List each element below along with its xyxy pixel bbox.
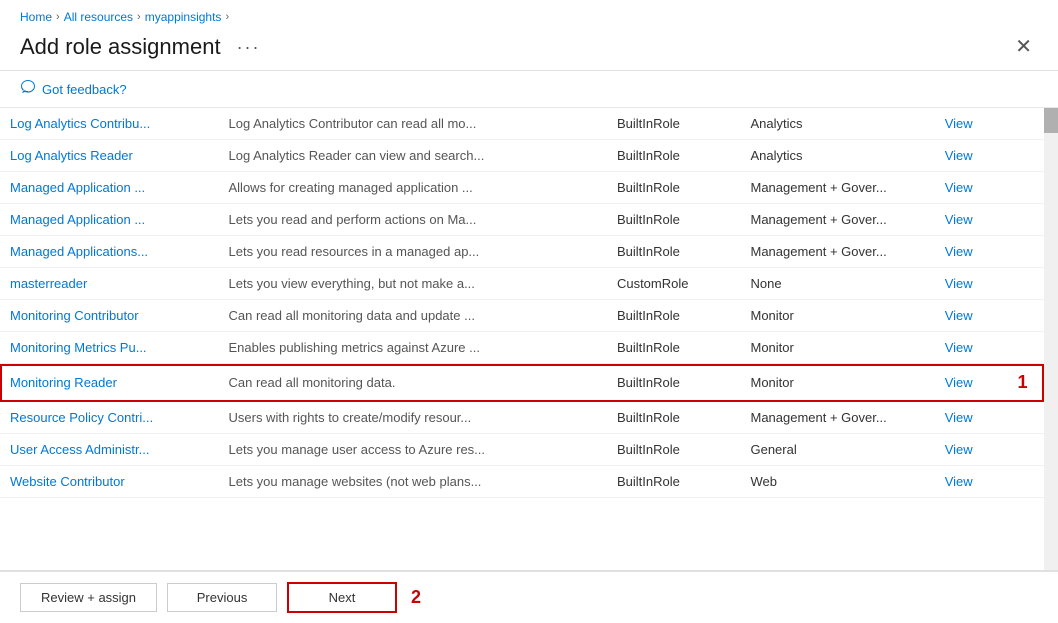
role-category: Web [740,466,934,498]
role-name: Managed Application ... [0,172,219,204]
role-type: BuiltInRole [607,300,741,332]
view-link[interactable]: View [935,364,1008,402]
breadcrumb-home[interactable]: Home [20,10,52,24]
table-row[interactable]: User Access Administr... Lets you manage… [0,434,1044,466]
view-link[interactable]: View [935,236,1008,268]
role-type: BuiltInRole [607,434,741,466]
role-desc: Lets you manage user access to Azure res… [219,434,607,466]
role-category: Management + Gover... [740,236,934,268]
role-name: Managed Application ... [0,204,219,236]
table-row[interactable]: Monitoring Reader Can read all monitorin… [0,364,1044,402]
role-type: BuiltInRole [607,172,741,204]
role-category: Management + Gover... [740,172,934,204]
breadcrumb: Home › All resources › myappinsights › [0,0,1058,30]
table-row[interactable]: Log Analytics Reader Log Analytics Reade… [0,140,1044,172]
role-type: BuiltInRole [607,108,741,140]
view-link[interactable]: View [935,466,1008,498]
table-row[interactable]: Log Analytics Contribu... Log Analytics … [0,108,1044,140]
breadcrumb-resource[interactable]: myappinsights [145,10,222,24]
view-link[interactable]: View [935,300,1008,332]
table-row[interactable]: Managed Application ... Allows for creat… [0,172,1044,204]
table-container[interactable]: Log Analytics Contribu... Log Analytics … [0,108,1044,570]
role-name: User Access Administr... [0,434,219,466]
role-desc: Lets you read resources in a managed ap.… [219,236,607,268]
role-category: Monitor [740,332,934,364]
role-category: Monitor [740,300,934,332]
page-title: Add role assignment [20,34,221,60]
role-category: None [740,268,934,300]
role-desc: Log Analytics Contributor can read all m… [219,108,607,140]
scrollbar-track[interactable] [1044,108,1058,570]
previous-button[interactable]: Previous [167,583,277,612]
role-category: Monitor [740,364,934,402]
role-type: BuiltInRole [607,236,741,268]
role-name: Log Analytics Contribu... [0,108,219,140]
role-type: BuiltInRole [607,466,741,498]
page-header: Add role assignment ··· ✕ [0,30,1058,71]
row-badge: 1 [1008,364,1044,402]
table-row[interactable]: Monitoring Metrics Pu... Enables publish… [0,332,1044,364]
view-link[interactable]: View [935,108,1008,140]
role-category: Analytics [740,108,934,140]
role-type: BuiltInRole [607,204,741,236]
role-name: Resource Policy Contri... [0,402,219,434]
role-desc: Allows for creating managed application … [219,172,607,204]
role-name: masterreader [0,268,219,300]
review-assign-button[interactable]: Review + assign [20,583,157,612]
role-name: Website Contributor [0,466,219,498]
table-row[interactable]: Resource Policy Contri... Users with rig… [0,402,1044,434]
next-button[interactable]: Next [287,582,397,613]
role-desc: Lets you read and perform actions on Ma.… [219,204,607,236]
view-link[interactable]: View [935,434,1008,466]
role-desc: Lets you view everything, but not make a… [219,268,607,300]
role-category: General [740,434,934,466]
view-link[interactable]: View [935,332,1008,364]
role-name: Managed Applications... [0,236,219,268]
view-link[interactable]: View [935,204,1008,236]
role-category: Analytics [740,140,934,172]
role-category: Management + Gover... [740,402,934,434]
role-name: Log Analytics Reader [0,140,219,172]
close-button[interactable]: ✕ [1009,35,1038,59]
role-desc: Log Analytics Reader can view and search… [219,140,607,172]
role-desc: Can read all monitoring data. [219,364,607,402]
table-row[interactable]: masterreader Lets you view everything, b… [0,268,1044,300]
roles-table: Log Analytics Contribu... Log Analytics … [0,108,1044,498]
role-desc: Enables publishing metrics against Azure… [219,332,607,364]
role-name: Monitoring Contributor [0,300,219,332]
view-link[interactable]: View [935,402,1008,434]
role-desc: Lets you manage websites (not web plans.… [219,466,607,498]
role-type: BuiltInRole [607,332,741,364]
badge-number: 2 [411,587,421,608]
role-name: Monitoring Metrics Pu... [0,332,219,364]
role-desc: Can read all monitoring data and update … [219,300,607,332]
role-type: CustomRole [607,268,741,300]
feedback-icon [20,79,36,99]
role-type: BuiltInRole [607,140,741,172]
main-content: Log Analytics Contribu... Log Analytics … [0,108,1058,570]
breadcrumb-all-resources[interactable]: All resources [64,10,133,24]
feedback-text[interactable]: Got feedback? [42,82,127,97]
ellipsis-button[interactable]: ··· [231,35,267,60]
footer: Review + assign Previous Next 2 [0,570,1058,623]
table-row[interactable]: Managed Applications... Lets you read re… [0,236,1044,268]
view-link[interactable]: View [935,172,1008,204]
table-row[interactable]: Managed Application ... Lets you read an… [0,204,1044,236]
scrollbar-thumb[interactable] [1044,108,1058,133]
feedback-row: Got feedback? [0,71,1058,108]
role-name: Monitoring Reader [0,364,219,402]
view-link[interactable]: View [935,140,1008,172]
view-link[interactable]: View [935,268,1008,300]
role-type: BuiltInRole [607,402,741,434]
role-category: Management + Gover... [740,204,934,236]
role-type: BuiltInRole [607,364,741,402]
table-row[interactable]: Website Contributor Lets you manage webs… [0,466,1044,498]
role-desc: Users with rights to create/modify resou… [219,402,607,434]
table-row[interactable]: Monitoring Contributor Can read all moni… [0,300,1044,332]
